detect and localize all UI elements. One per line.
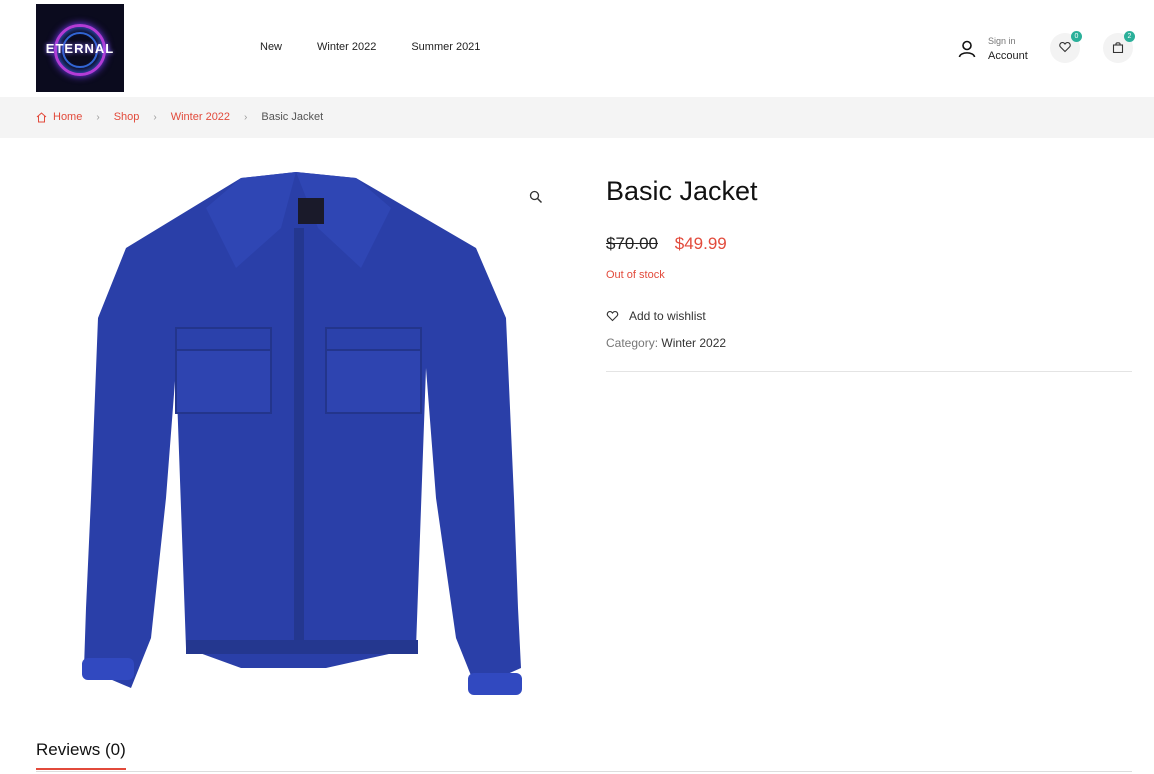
zoom-icon[interactable] <box>529 190 543 204</box>
chevron-right-icon: › <box>96 111 100 123</box>
add-to-wishlist-link[interactable]: Add to wishlist <box>606 309 706 323</box>
site-header: ETERNAL New Winter 2022 Summer 2021 Sign… <box>0 0 1154 97</box>
chevron-right-icon: › <box>244 111 248 123</box>
sale-price: $49.99 <box>674 234 727 253</box>
logo-text: ETERNAL <box>45 41 115 56</box>
add-to-wishlist-label: Add to wishlist <box>629 309 706 323</box>
cart-button[interactable]: 2 <box>1103 31 1135 63</box>
product-price: $70.00 $49.99 <box>606 234 727 254</box>
breadcrumb-category[interactable]: Winter 2022 <box>171 111 230 123</box>
product-category: Category: Winter 2022 <box>606 336 726 350</box>
heart-icon <box>1059 41 1071 53</box>
main-nav: New Winter 2022 Summer 2021 <box>260 41 515 53</box>
breadcrumb-current: Basic Jacket <box>261 111 324 123</box>
breadcrumb-home[interactable]: Home <box>53 111 82 123</box>
product-tabs: Reviews (0) <box>36 740 1132 772</box>
shopping-bag-icon <box>1112 42 1124 53</box>
wishlist-button[interactable]: 0 <box>1050 31 1082 63</box>
tab-reviews[interactable]: Reviews (0) <box>36 740 126 770</box>
category-link[interactable]: Winter 2022 <box>661 336 726 350</box>
breadcrumb-bar: Home › Shop › Winter 2022 › Basic Jacket <box>0 97 1154 138</box>
category-label: Category: <box>606 336 659 350</box>
cart-count-badge: 2 <box>1124 31 1135 42</box>
account-label: Account <box>988 50 1028 62</box>
user-icon <box>958 40 976 58</box>
nav-item-new[interactable]: New <box>260 41 282 53</box>
chevron-right-icon: › <box>153 111 157 123</box>
summary-divider <box>606 371 1132 372</box>
nav-item-winter-2022[interactable]: Winter 2022 <box>317 41 376 53</box>
jacket-illustration <box>82 172 522 695</box>
sign-in-label: Sign in <box>988 36 1016 46</box>
home-icon <box>36 111 47 122</box>
wishlist-count-badge: 0 <box>1071 31 1082 42</box>
heart-icon <box>606 310 619 322</box>
account-link[interactable]: Sign in Account <box>958 34 1038 64</box>
breadcrumb-shop[interactable]: Shop <box>114 111 140 123</box>
product-title: Basic Jacket <box>606 176 758 206</box>
product-image[interactable] <box>36 168 568 704</box>
breadcrumb: Home › Shop › Winter 2022 › Basic Jacket <box>36 111 323 123</box>
site-logo[interactable]: ETERNAL <box>36 4 124 92</box>
stock-status: Out of stock <box>606 269 665 281</box>
old-price: $70.00 <box>606 234 658 253</box>
nav-item-summer-2021[interactable]: Summer 2021 <box>411 41 480 53</box>
